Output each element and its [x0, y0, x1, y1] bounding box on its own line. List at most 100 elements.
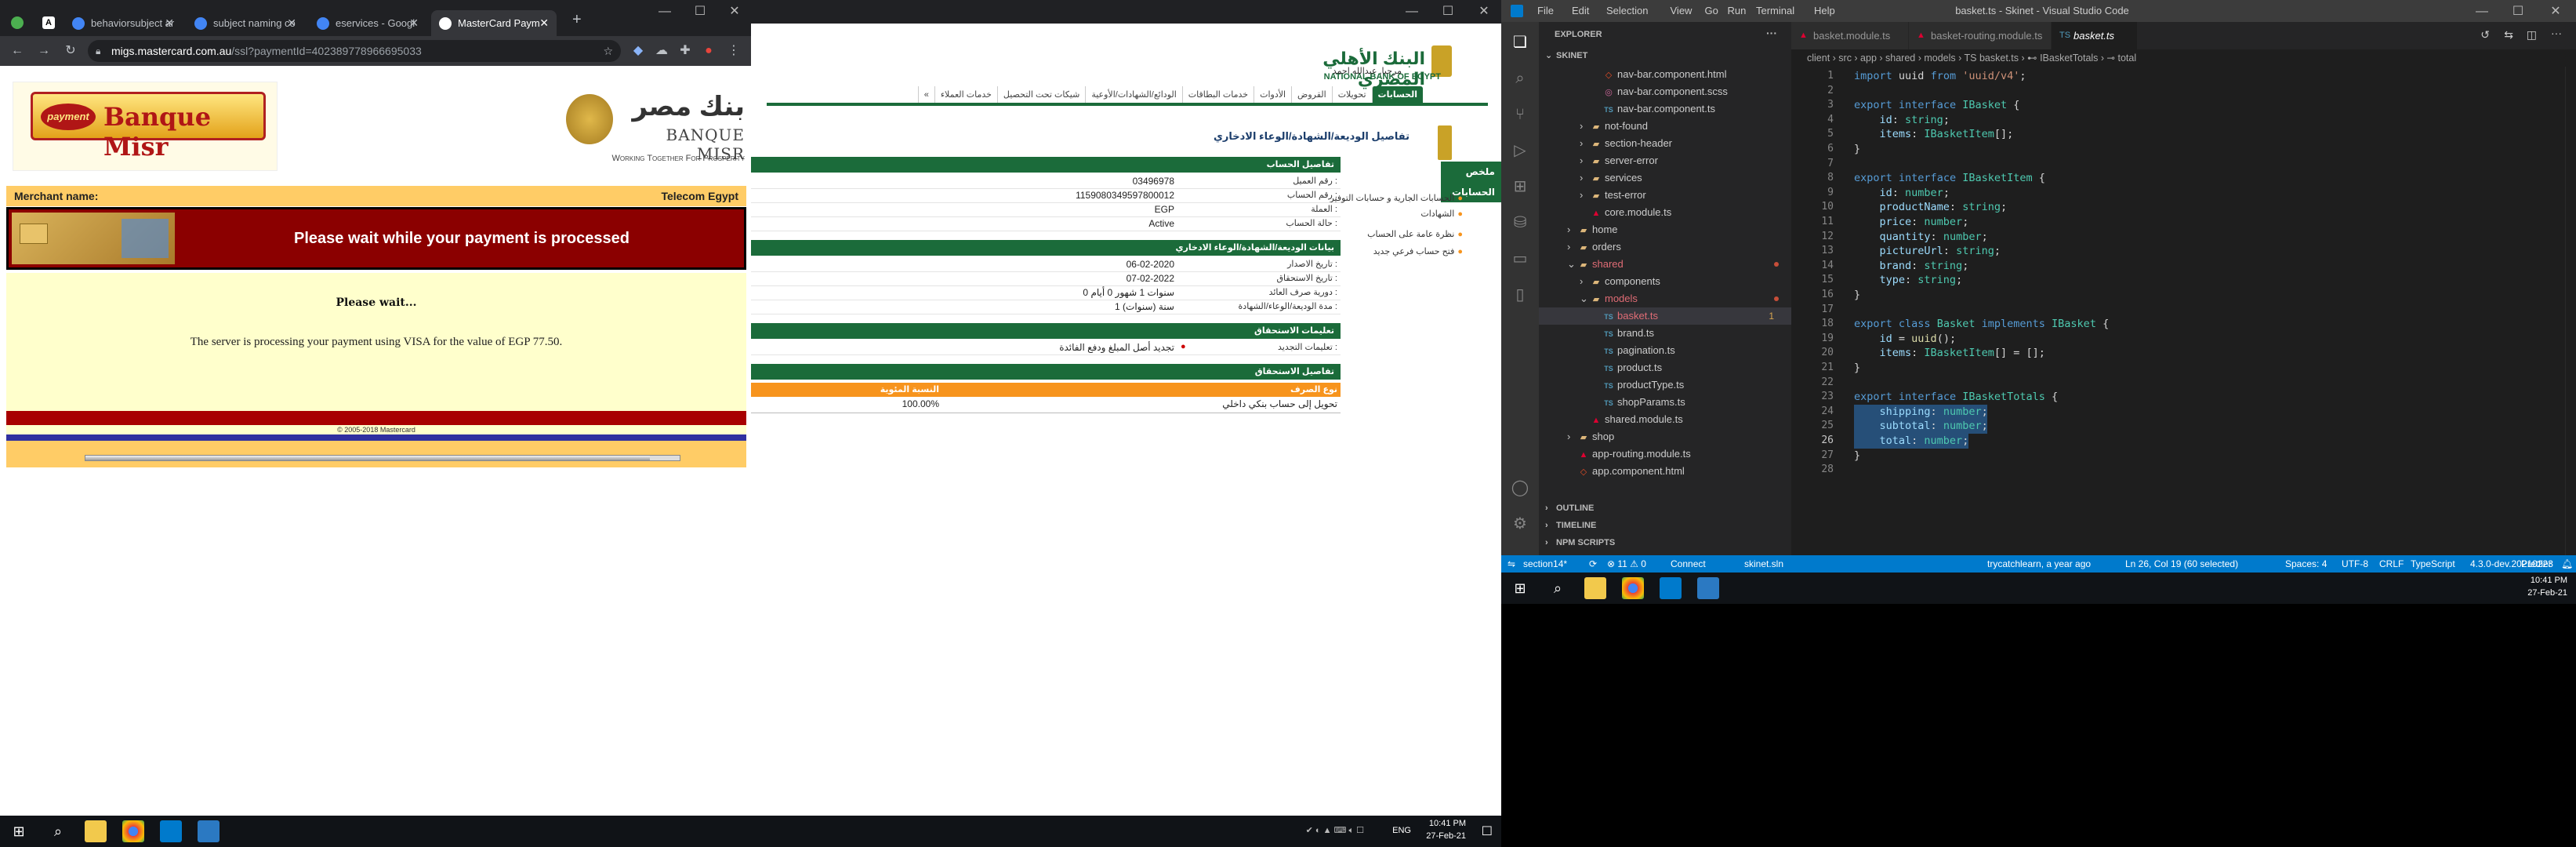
puzzle-icon[interactable]: ✚ [674, 40, 696, 62]
vscode-minimize-icon[interactable]: — [2464, 0, 2500, 24]
chrome-tab-a[interactable]: A [42, 16, 55, 29]
nav-tab[interactable]: « [917, 86, 934, 104]
editor-scrollbar[interactable] [2565, 67, 2576, 555]
windows-start-icon-2[interactable]: ⊞ [1509, 577, 1531, 599]
file-explorer-icon[interactable] [85, 820, 107, 842]
bookmark-star-icon[interactable]: ☆ [603, 40, 613, 62]
tree-file[interactable]: ◎ nav-bar.component.scss [1539, 83, 1791, 100]
nav-tab[interactable]: تحويلات [1331, 86, 1372, 104]
menu-run[interactable]: Run [1728, 0, 1747, 22]
extension-icon[interactable]: ◆ [627, 40, 649, 62]
nav-tab[interactable]: خدمات البطاقات [1181, 86, 1254, 104]
editor-tab[interactable]: ▲ basket.module.ts [1791, 22, 1909, 49]
chrome-taskbar-icon[interactable] [122, 820, 144, 842]
tab-close-icon[interactable]: ✕ [165, 10, 174, 36]
extensions-icon[interactable]: ⊞ [1509, 176, 1531, 198]
code-editor[interactable]: 1 import uuid from 'uuid/v4'; 2 3 export int… [1791, 67, 2576, 555]
tree-folder[interactable]: › ▰ not-found [1539, 118, 1791, 135]
formatter[interactable]: Prettier [2521, 555, 2552, 573]
panel-npm-scripts[interactable]: › NPM SCRIPTS [1545, 538, 1615, 547]
solution-label[interactable]: skinet.sln [1744, 555, 1783, 573]
tree-file[interactable]: TS pagination.ts [1539, 342, 1791, 359]
database-icon[interactable]: ⛁ [1509, 212, 1531, 234]
end-of-line[interactable]: CRLF [2379, 555, 2404, 573]
tree-folder[interactable]: ⌄ ▰ shared [1539, 256, 1791, 273]
tab-close-icon[interactable]: ✕ [539, 10, 549, 36]
tree-folder[interactable]: › ▰ server-error [1539, 152, 1791, 169]
tree-file[interactable]: TS productType.ts [1539, 376, 1791, 394]
problems-count[interactable]: ⊗ 11 ⚠ 0 [1607, 555, 1646, 573]
tree-file[interactable]: TS nav-bar.component.ts [1539, 100, 1791, 118]
chrome-maximize-icon[interactable]: ☐ [682, 0, 718, 24]
run-debug-icon[interactable]: ▷ [1509, 140, 1531, 162]
chrome-taskbar-icon-2[interactable] [1622, 577, 1644, 599]
workspace-root[interactable]: ⌄ SKINET [1545, 50, 1587, 60]
docker-icon[interactable]: ▭ [1509, 248, 1531, 270]
compare-icon[interactable]: ⇆ [2504, 28, 2513, 42]
chrome-tab[interactable]: eservices - Googl ✕ [309, 10, 426, 36]
split-editor-icon[interactable]: ◫ [2527, 28, 2537, 42]
tree-file[interactable]: ▲ core.module.ts [1539, 204, 1791, 221]
cloud-icon[interactable]: ☁ [651, 40, 673, 62]
menu-help[interactable]: Help [1814, 0, 1835, 22]
app-taskbar-icon[interactable] [198, 820, 220, 842]
remote-icon[interactable]: ▯ [1509, 284, 1531, 306]
menu-selection[interactable]: Selection [1606, 0, 1648, 22]
account-icon[interactable]: ◯ [1509, 477, 1531, 499]
timeline-icon[interactable]: ↺ [2480, 28, 2490, 42]
tree-folder[interactable]: ⌄ ▰ models [1539, 290, 1791, 307]
avatar[interactable]: ● [698, 40, 720, 62]
explorer-more-icon[interactable]: ··· [1766, 27, 1777, 39]
menu-edit[interactable]: Edit [1572, 0, 1589, 22]
editor-tab[interactable]: TS basket.ts [2052, 22, 2138, 49]
nav-tab[interactable]: القروض [1291, 86, 1332, 104]
tab-close-icon[interactable]: ✕ [287, 10, 296, 36]
app-taskbar-icon-2[interactable] [1697, 577, 1719, 599]
chrome-tab[interactable]: behaviorsubject ar ✕ [64, 10, 182, 36]
breadcrumb[interactable]: client › src › app › shared › models › T… [1791, 49, 2576, 67]
vscode-taskbar-icon-2[interactable] [1660, 577, 1682, 599]
notifications-bell-icon[interactable]: 🔔︎ [2561, 555, 2573, 573]
menu-kebab-icon[interactable]: ⋮ [723, 40, 745, 62]
menu-file[interactable]: File [1537, 0, 1554, 22]
tree-file[interactable]: ▲ shared.module.ts [1539, 411, 1791, 428]
search-icon[interactable]: ⌕ [1509, 67, 1531, 89]
language-mode[interactable]: TypeScript [2411, 555, 2455, 573]
vscode-close-icon[interactable]: ✕ [2538, 0, 2574, 24]
panel-timeline[interactable]: › TIMELINE [1545, 521, 1596, 530]
connect-button[interactable]: Connect [1671, 555, 1706, 573]
clock-time[interactable]: 10:41 PM [1411, 819, 1466, 828]
tree-folder[interactable]: › ▰ orders [1539, 238, 1791, 256]
chrome-tab[interactable]: subject naming co ✕ [187, 10, 304, 36]
tree-folder[interactable]: › ▰ section-header [1539, 135, 1791, 152]
clock-time-2[interactable]: 10:41 PM [2505, 576, 2567, 585]
tree-folder[interactable]: › ▰ shop [1539, 428, 1791, 445]
language-indicator[interactable]: ENG [1380, 826, 1411, 835]
explorer-icon[interactable]: ❏ [1509, 31, 1531, 53]
menu-terminal[interactable]: Terminal [1756, 0, 1794, 22]
chrome-close-icon[interactable]: ✕ [717, 0, 751, 24]
minimap[interactable] [2518, 67, 2565, 224]
clock-date-2[interactable]: 27-Feb-21 [2505, 588, 2567, 598]
tray-icons[interactable]: ✔ ◐ ▲ ⌨ 🔈︎ ☐ [1223, 825, 1364, 836]
search-icon-2[interactable]: ⌕ [1547, 577, 1569, 599]
notification-icon[interactable]: ☐ [1474, 823, 1493, 839]
vscode-maximize-icon[interactable]: ☐ [2500, 0, 2536, 24]
tab-close-icon[interactable]: ✕ [409, 10, 419, 36]
tree-folder[interactable]: › ▰ components [1539, 273, 1791, 290]
tree-file[interactable]: TS product.ts [1539, 359, 1791, 376]
back-icon[interactable]: ← [6, 40, 28, 62]
address-bar[interactable]: 🔒︎ migs.mastercard.com.au/ssl?paymentId=… [88, 40, 621, 62]
tree-file[interactable]: TS basket.ts 1 [1539, 307, 1791, 325]
tree-folder[interactable]: › ▰ home [1539, 221, 1791, 238]
new-tab-icon[interactable]: + [572, 11, 582, 29]
nav-tab[interactable]: شيكات تحت التحصيل [996, 86, 1085, 104]
encoding[interactable]: UTF-8 [2342, 555, 2368, 573]
chrome-minimize-icon[interactable]: — [647, 0, 683, 24]
manage-gear-icon[interactable]: ⚙ [1509, 513, 1531, 535]
git-blame[interactable]: trycatchlearn, a year ago [1987, 555, 2091, 573]
reload-icon[interactable]: ↻ [60, 40, 82, 62]
tree-file[interactable]: ▲ app-routing.module.ts [1539, 445, 1791, 463]
maximize-icon[interactable]: ☐ [1430, 0, 1466, 24]
tree-file[interactable]: TS shopParams.ts [1539, 394, 1791, 411]
